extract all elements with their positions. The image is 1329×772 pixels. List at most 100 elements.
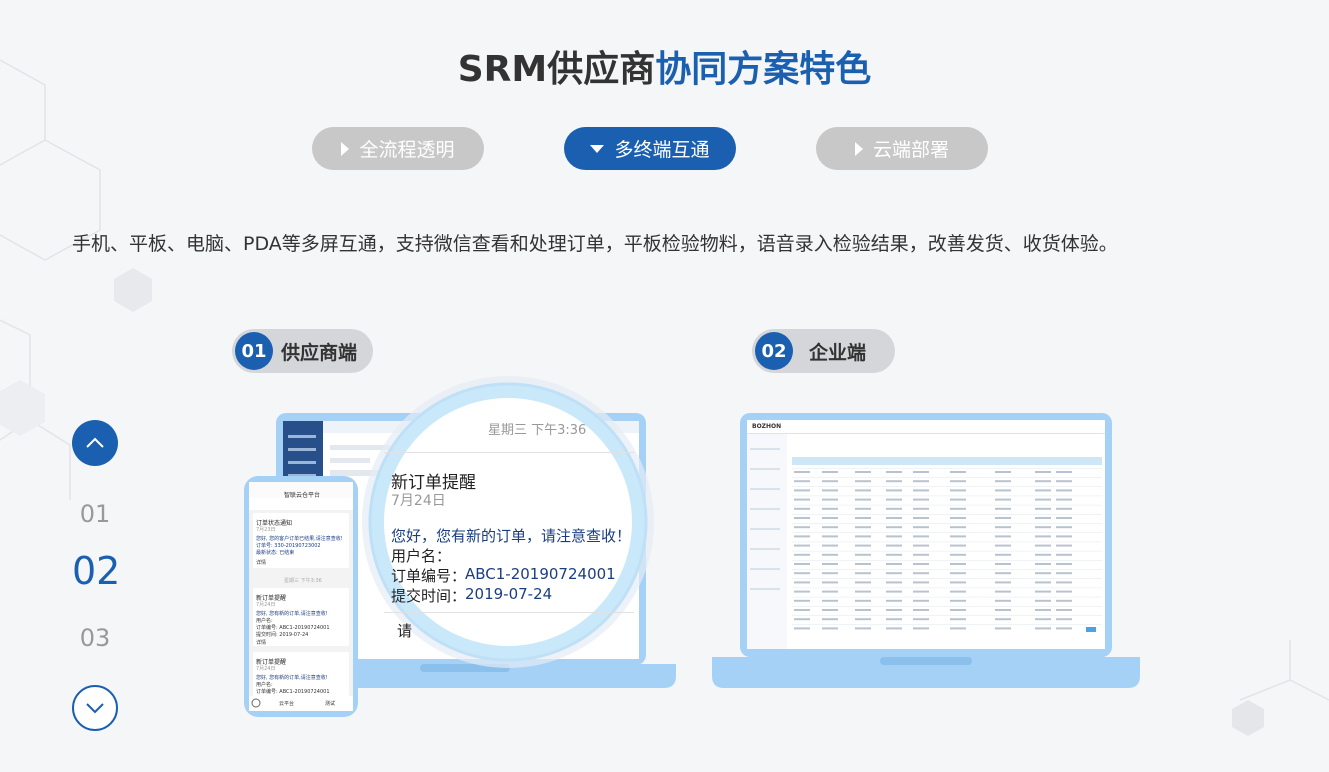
table-row-line bbox=[792, 596, 1102, 598]
table-cell bbox=[1056, 572, 1072, 575]
magnifier-time-value: 2019-07-24 bbox=[465, 585, 553, 603]
magnifier-footer: 请 bbox=[397, 622, 413, 640]
table-cell bbox=[995, 572, 1011, 575]
table-row-line bbox=[792, 560, 1102, 561]
phone-card3-line1: 您好, 您有新的订单,请注意查收! bbox=[256, 675, 328, 681]
table-row-line bbox=[792, 624, 1102, 625]
table-cell bbox=[886, 553, 902, 556]
table-cell bbox=[822, 471, 838, 473]
table-cell bbox=[1035, 517, 1051, 519]
table-cell bbox=[950, 526, 966, 529]
table-cell bbox=[1056, 599, 1072, 602]
table-cell bbox=[822, 526, 838, 529]
table-cell bbox=[950, 590, 966, 593]
magnifier-datetime: 星期三 下午3:36 bbox=[488, 423, 587, 438]
phone-card2-detail: 详情 bbox=[256, 640, 267, 646]
table-cell bbox=[855, 517, 871, 519]
table-cell bbox=[886, 498, 902, 501]
phone-bottom-right[interactable]: 测试 bbox=[325, 700, 335, 707]
table-cell bbox=[886, 609, 902, 611]
phone-card2-line4: 提交时间: 2019-07-24 bbox=[256, 632, 309, 638]
table-cell bbox=[1035, 507, 1051, 510]
phone-time-divider: 星期三 下午3:36 bbox=[284, 578, 322, 584]
table-cell bbox=[855, 581, 871, 584]
table-cell bbox=[822, 498, 838, 501]
table-cell bbox=[822, 544, 838, 547]
magnifier-user-label: 用户名： bbox=[391, 547, 452, 565]
table-cell bbox=[913, 498, 929, 501]
table-cell bbox=[1056, 618, 1072, 621]
table-row-line bbox=[792, 514, 1102, 515]
table-cell bbox=[950, 572, 966, 575]
table-cell bbox=[855, 563, 871, 565]
table-cell bbox=[913, 563, 929, 565]
table-cell bbox=[913, 609, 929, 611]
magnifier-order-value: ABC1-20190724001 bbox=[465, 565, 616, 583]
table-cell bbox=[995, 489, 1011, 492]
phone-card1-detail: 详情 bbox=[256, 560, 267, 566]
table-cell bbox=[950, 609, 966, 611]
table-cell bbox=[794, 618, 810, 621]
table-cell bbox=[995, 526, 1011, 529]
table-cell bbox=[913, 544, 929, 547]
table-row-line bbox=[792, 523, 1102, 524]
table-cell bbox=[913, 517, 929, 519]
table-cell bbox=[950, 517, 966, 519]
table-cell bbox=[950, 498, 966, 501]
table-cell bbox=[1056, 627, 1072, 630]
table-cell bbox=[794, 599, 810, 602]
table-cell bbox=[950, 535, 966, 538]
phone-bottom-left[interactable]: 云平台 bbox=[279, 700, 294, 707]
table-cell bbox=[886, 535, 902, 538]
table-cell bbox=[1035, 590, 1051, 593]
table-cell bbox=[1035, 581, 1051, 584]
table-cell bbox=[822, 618, 838, 621]
table-cell bbox=[886, 590, 902, 593]
table-cell bbox=[913, 535, 929, 538]
table-cell bbox=[794, 563, 810, 565]
table-cell bbox=[995, 618, 1011, 621]
table-cell bbox=[1056, 507, 1072, 510]
table-cell bbox=[1056, 526, 1072, 529]
phone-card2-line3: 订单编号: ABC1-20190724001 bbox=[256, 625, 330, 631]
table-cell bbox=[794, 489, 810, 492]
table-row-line bbox=[792, 477, 1102, 478]
table-cell bbox=[1035, 618, 1051, 621]
table-cell bbox=[794, 471, 810, 473]
magnifier-time-label: 提交时间： bbox=[391, 587, 467, 605]
table-cell bbox=[995, 609, 1011, 611]
table-cell bbox=[995, 599, 1011, 602]
table-cell bbox=[1035, 627, 1051, 630]
table-cell bbox=[913, 471, 929, 473]
table-cell bbox=[886, 599, 902, 602]
table-cell bbox=[1056, 590, 1072, 593]
table-cell bbox=[950, 581, 966, 584]
table-cell bbox=[822, 572, 838, 575]
table-row-line bbox=[792, 495, 1102, 497]
table-cell bbox=[1056, 498, 1072, 501]
table-cell bbox=[822, 480, 838, 483]
magnifier-date: 7月24日 bbox=[391, 493, 446, 509]
table-cell bbox=[822, 489, 838, 492]
table-cell bbox=[1056, 535, 1072, 538]
table-row-line bbox=[792, 606, 1102, 607]
table-cell bbox=[1035, 498, 1051, 501]
table-cell bbox=[794, 572, 810, 575]
table-cell bbox=[1056, 553, 1072, 556]
table-cell bbox=[1035, 609, 1051, 611]
table-cell bbox=[950, 507, 966, 510]
table-cell bbox=[950, 471, 966, 473]
table-cell bbox=[794, 609, 810, 611]
table-cell bbox=[995, 627, 1011, 630]
enterprise-logo: BOZHON bbox=[752, 423, 782, 430]
table-cell bbox=[822, 627, 838, 630]
table-cell bbox=[886, 526, 902, 529]
table-cell bbox=[822, 535, 838, 538]
table-cell bbox=[1035, 489, 1051, 492]
table-cell bbox=[855, 544, 871, 547]
table-row-line bbox=[792, 550, 1102, 552]
table-cell bbox=[886, 480, 902, 483]
table-cell bbox=[1035, 535, 1051, 538]
table-cell bbox=[913, 627, 929, 630]
phone-card2-line1: 您好, 您有新的订单,请注意查收! bbox=[256, 611, 328, 617]
